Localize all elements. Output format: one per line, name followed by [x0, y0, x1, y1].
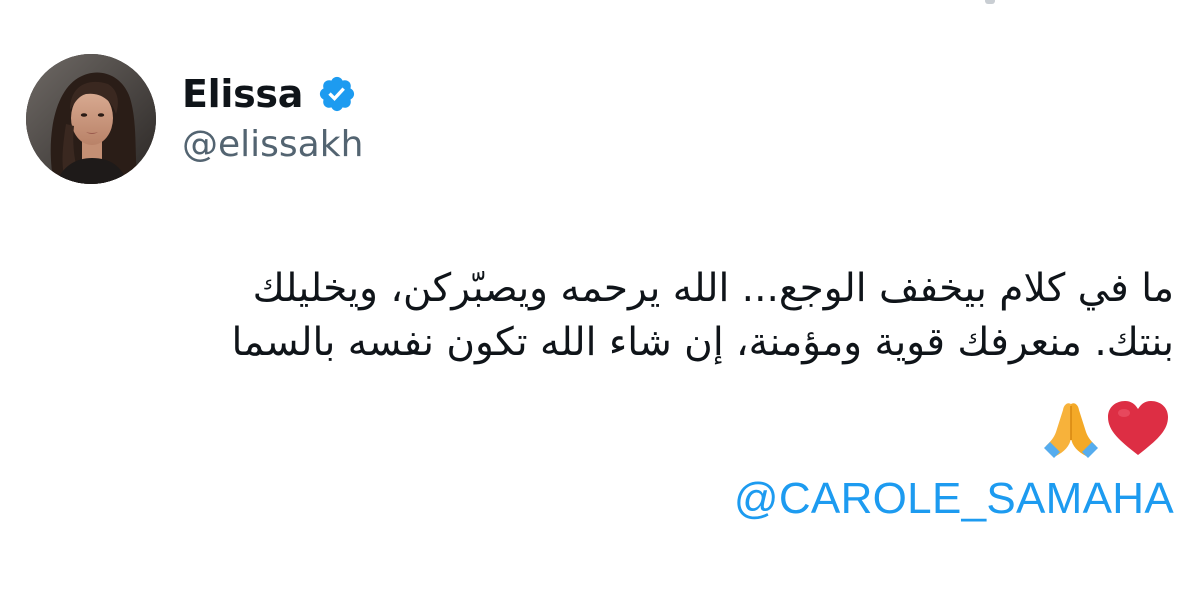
author-name[interactable]: Elissa — [182, 72, 303, 116]
verified-badge-icon — [320, 76, 355, 112]
mention-link[interactable]: @CAROLE_SAMAHA — [734, 474, 1174, 524]
folded-hands-icon — [1044, 403, 1098, 458]
tweet-text: ما في كلام بيخفف الوجع... الله يرحمه ويص… — [64, 262, 1174, 370]
tweet-text-line-2: بنتك. منعرفك قوية ومؤمنة، إن شاء الله تك… — [231, 320, 1174, 365]
author-row: Elissa — [182, 66, 357, 122]
profile-photo — [26, 54, 156, 184]
author-handle[interactable]: @elissakh — [182, 124, 363, 165]
top-edge-mark — [985, 0, 995, 4]
emoji-row — [1042, 397, 1170, 461]
red-heart-icon — [1108, 401, 1168, 455]
tweet-text-line-1: ما في كلام بيخفف الوجع... الله يرحمه ويص… — [252, 266, 1174, 311]
avatar[interactable] — [26, 54, 156, 184]
